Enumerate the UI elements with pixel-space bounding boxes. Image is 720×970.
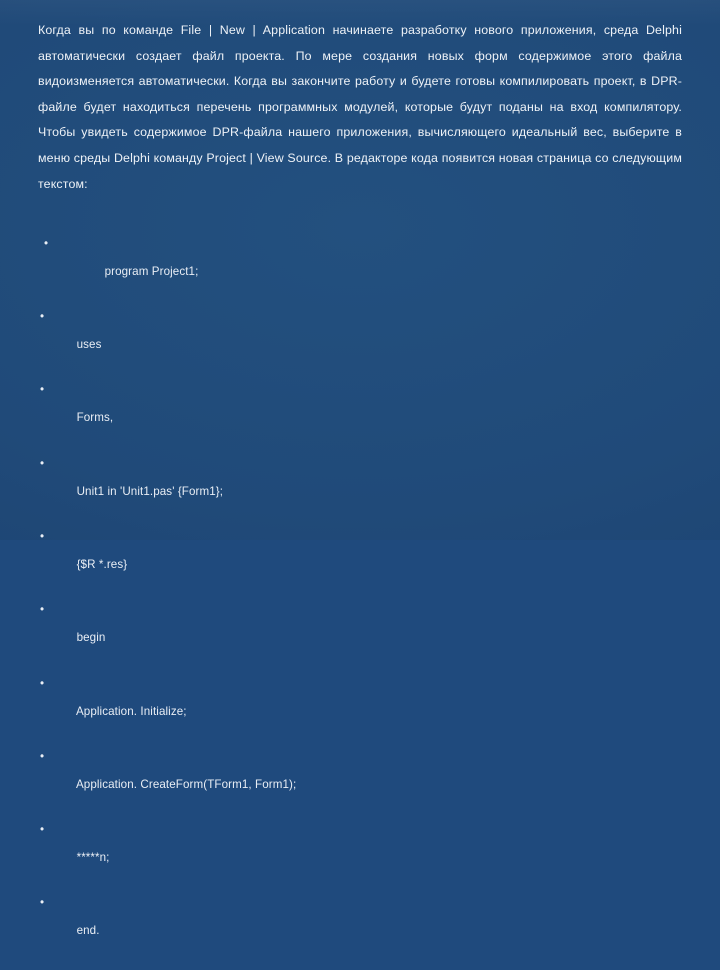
bullet-icon: • <box>40 310 45 324</box>
slide-canvas: Когда вы по команде File | New | Applica… <box>0 0 720 937</box>
list-item: • Forms, <box>38 383 682 439</box>
list-item: • Unit1 in 'Unit1.pas' {Form1}; <box>38 457 682 513</box>
code-line-text: *****n; <box>76 851 110 865</box>
list-item: • program Project1; <box>38 237 682 293</box>
bullet-icon: • <box>40 456 45 470</box>
list-item: • begin <box>38 603 682 659</box>
code-line-text: Application. Initialize; <box>75 704 187 718</box>
list-item: • Application. Initialize; <box>38 677 682 733</box>
list-item: • {$R *.res} <box>38 530 682 586</box>
bullet-icon: • <box>40 676 45 690</box>
bullet-icon: • <box>40 603 45 617</box>
slide-content: Когда вы по команде File | New | Applica… <box>38 18 682 970</box>
code-line-text: Application. CreateForm(TForm1, Form1); <box>75 777 297 791</box>
code-line-text: {$R *.res} <box>76 557 128 571</box>
code-line-text: end. <box>76 924 100 938</box>
list-item: • Application. CreateForm(TForm1, Form1)… <box>38 750 682 806</box>
bullet-icon: • <box>40 823 45 837</box>
code-line-text: uses <box>76 338 102 352</box>
bullet-icon: • <box>40 749 45 763</box>
bullet-icon: • <box>40 383 45 397</box>
code-line-text: begin <box>76 631 106 645</box>
bullet-icon: • <box>40 529 45 543</box>
list-item: • uses <box>38 310 682 366</box>
code-bullet-list: • program Project1; • uses • Forms, • Un… <box>38 237 682 953</box>
code-line-text: program Project1; <box>104 264 199 278</box>
code-line-text: Unit1 in 'Unit1.pas' {Form1}; <box>76 484 224 498</box>
code-line-text: Forms, <box>76 411 114 425</box>
list-item: • end. <box>38 896 682 952</box>
body-paragraph: Когда вы по команде File | New | Applica… <box>38 23 682 191</box>
bullet-icon: • <box>40 896 45 910</box>
list-item: • *****n; <box>38 823 682 879</box>
bullet-icon: • <box>44 236 49 250</box>
